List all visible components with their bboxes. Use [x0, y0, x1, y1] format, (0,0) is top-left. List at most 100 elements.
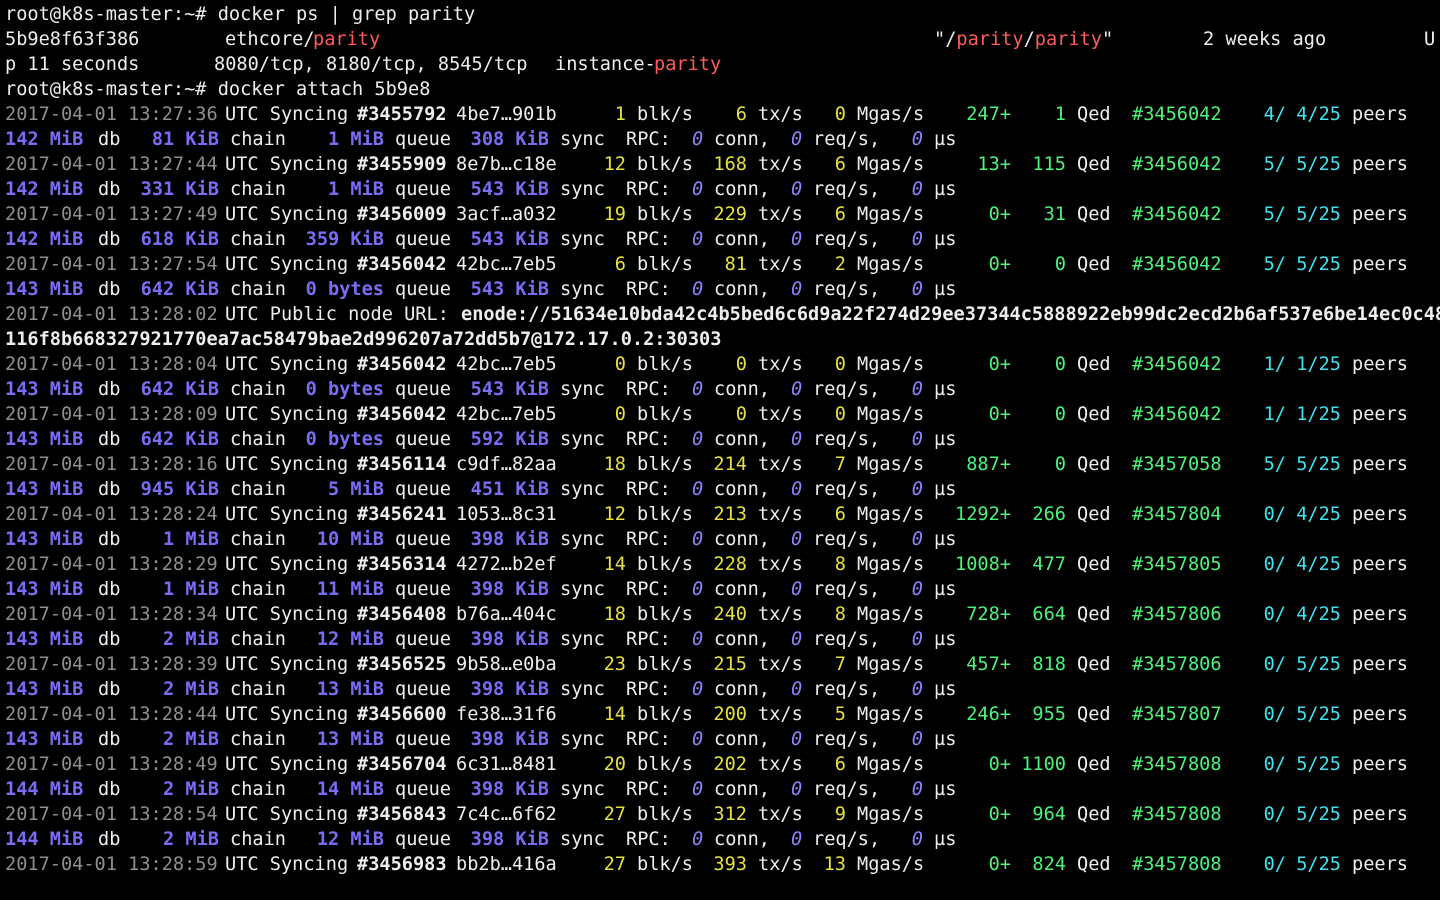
container-ports: 8080/tcp, 8180/tcp, 8545/tcp: [214, 54, 528, 75]
block-number: #3456314: [357, 554, 447, 575]
conn-label: conn,: [714, 829, 770, 850]
queued-plus: 0+: [988, 354, 1011, 375]
log-timestamp: 2017-04-01 13:28:24: [5, 504, 218, 525]
sync-status-line: 2017-04-01 13:28:09 UTC Syncing #3456042 42…: [5, 402, 1440, 427]
queued-count: 818: [1032, 654, 1066, 675]
rpc-label: RPC:: [626, 279, 671, 300]
queue-size: 1 MiB: [328, 129, 384, 150]
log-timestamp: 2017-04-01 13:28:34: [5, 604, 218, 625]
qed-unit: Qed: [1077, 654, 1111, 675]
active-peers: 1/: [1263, 404, 1286, 425]
blk-unit: blk/s: [637, 204, 693, 225]
block-number: #3455909: [357, 154, 447, 175]
peer-count: 5/25: [1296, 854, 1341, 875]
tx-per-second: 0: [735, 354, 747, 375]
sync-log-block: 2017-04-01 13:28:04 UTC Syncing #3456042 42…: [5, 352, 1440, 877]
blk-unit: blk/s: [637, 454, 693, 475]
blocks-per-second: 0: [614, 354, 626, 375]
sync-label: sync: [560, 829, 605, 850]
log-timestamp: 2017-04-01 13:28:49: [5, 754, 218, 775]
req-label: req/s,: [813, 729, 881, 750]
qed-unit: Qed: [1077, 254, 1111, 275]
tx-unit: tx/s: [758, 604, 803, 625]
queue-size: 14 MiB: [316, 779, 384, 800]
command-line: root@k8s-master:~# docker attach 5b9e8: [5, 77, 1440, 102]
terminal-window[interactable]: root@k8s-master:~# docker ps | grep pari…: [5, 2, 1440, 900]
chain-label: chain: [230, 229, 286, 250]
block-number: #3456408: [357, 604, 447, 625]
log-timestamp: 2017-04-01 13:28:59: [5, 854, 218, 875]
rpc-label: RPC:: [626, 679, 671, 700]
log-timestamp: 2017-04-01 13:28:29: [5, 554, 218, 575]
mgas-unit: Mgas/s: [857, 804, 925, 825]
blocks-per-second: 0: [614, 404, 626, 425]
block-hash: fe38…31f6: [456, 704, 557, 725]
latency-unit: µs: [934, 179, 957, 200]
tx-per-second: 228: [713, 554, 747, 575]
queued-plus: 0+: [988, 854, 1011, 875]
log-timestamp: 2017-04-01 13:28:09: [5, 404, 218, 425]
enode-line: 2017-04-01 13:28:02 UTC Public node URL:…: [5, 302, 1440, 327]
mgas-unit: Mgas/s: [857, 654, 925, 675]
db-label: db: [98, 479, 121, 500]
queued-plus: 1292+: [955, 504, 1011, 525]
queue-label: queue: [395, 179, 451, 200]
conn-label: conn,: [714, 429, 770, 450]
syncing-label: UTC Syncing: [225, 154, 349, 175]
enode-line-wrap: 116f8b668327921770ea7ac58479bae2d996207a…: [5, 327, 1440, 352]
tx-per-second: 393: [713, 854, 747, 875]
block-hash: 4272…b2ef: [456, 554, 557, 575]
tx-per-second: 213: [713, 504, 747, 525]
rpc-connections: 0: [692, 679, 704, 700]
db-size: 143 MiB: [5, 479, 84, 500]
db-label: db: [98, 429, 121, 450]
sync-status-line: 2017-04-01 13:27:36 UTC Syncing #3455792 4b…: [5, 102, 1440, 127]
mgas-unit: Mgas/s: [857, 404, 925, 425]
memory-status-line: 142 MiB db 618 KiB chain 359 KiB queue 543 KiB…: [5, 227, 1440, 252]
blk-unit: blk/s: [637, 504, 693, 525]
rpc-connections: 0: [692, 529, 704, 550]
active-peers: 0/: [1263, 554, 1286, 575]
sync-label: sync: [560, 779, 605, 800]
db-label: db: [98, 379, 121, 400]
rpc-label: RPC:: [626, 629, 671, 650]
block-number: #3456114: [357, 454, 447, 475]
queued-count: 0: [1054, 454, 1066, 475]
db-size: 143 MiB: [5, 579, 84, 600]
mgas-unit: Mgas/s: [857, 204, 925, 225]
enode-url[interactable]: enode://51634e10bda42c4b5bed6c6d9a22f274…: [461, 302, 1440, 327]
memory-status-line: 144 MiB db 2 MiB chain 14 MiB queue 398 KiB syn…: [5, 777, 1440, 802]
mgas-per-second: 5: [834, 704, 846, 725]
latency-unit: µs: [934, 679, 957, 700]
queued-plus: 0+: [988, 404, 1011, 425]
tx-unit: tx/s: [758, 754, 803, 775]
command-quote-open: "/: [934, 29, 957, 50]
peers-unit: peers: [1352, 854, 1408, 875]
tx-unit: tx/s: [758, 354, 803, 375]
sync-label: sync: [560, 629, 605, 650]
memory-status-line: 143 MiB db 642 KiB chain 0 bytes queue 592 KiB…: [5, 427, 1440, 452]
sync-label: sync: [560, 229, 605, 250]
queued-count: 955: [1032, 704, 1066, 725]
rpc-label: RPC:: [626, 429, 671, 450]
rpc-connections: 0: [692, 479, 704, 500]
req-label: req/s,: [813, 579, 881, 600]
blocks-per-second: 19: [603, 204, 626, 225]
best-block: #3457808: [1132, 754, 1222, 775]
active-peers: 0/: [1263, 504, 1286, 525]
chain-label: chain: [230, 629, 286, 650]
tx-per-second: 312: [713, 804, 747, 825]
rpc-connections: 0: [692, 179, 704, 200]
conn-label: conn,: [714, 729, 770, 750]
peers-unit: peers: [1352, 504, 1408, 525]
enode-url-continued[interactable]: 116f8b668327921770ea7ac58479bae2d996207a…: [5, 327, 721, 352]
sync-size: 398 KiB: [470, 829, 549, 850]
req-label: req/s,: [813, 229, 881, 250]
sync-status-line: 2017-04-01 13:28:04 UTC Syncing #3456042 42…: [5, 352, 1440, 377]
sync-size: 398 KiB: [470, 579, 549, 600]
memory-status-line: 143 MiB db 2 MiB chain 13 MiB queue 398 KiB syn…: [5, 677, 1440, 702]
rpc-requests: 0: [791, 829, 803, 850]
active-peers: 4/: [1263, 104, 1286, 125]
syncing-label: UTC Syncing: [225, 554, 349, 575]
chain-label: chain: [230, 179, 286, 200]
